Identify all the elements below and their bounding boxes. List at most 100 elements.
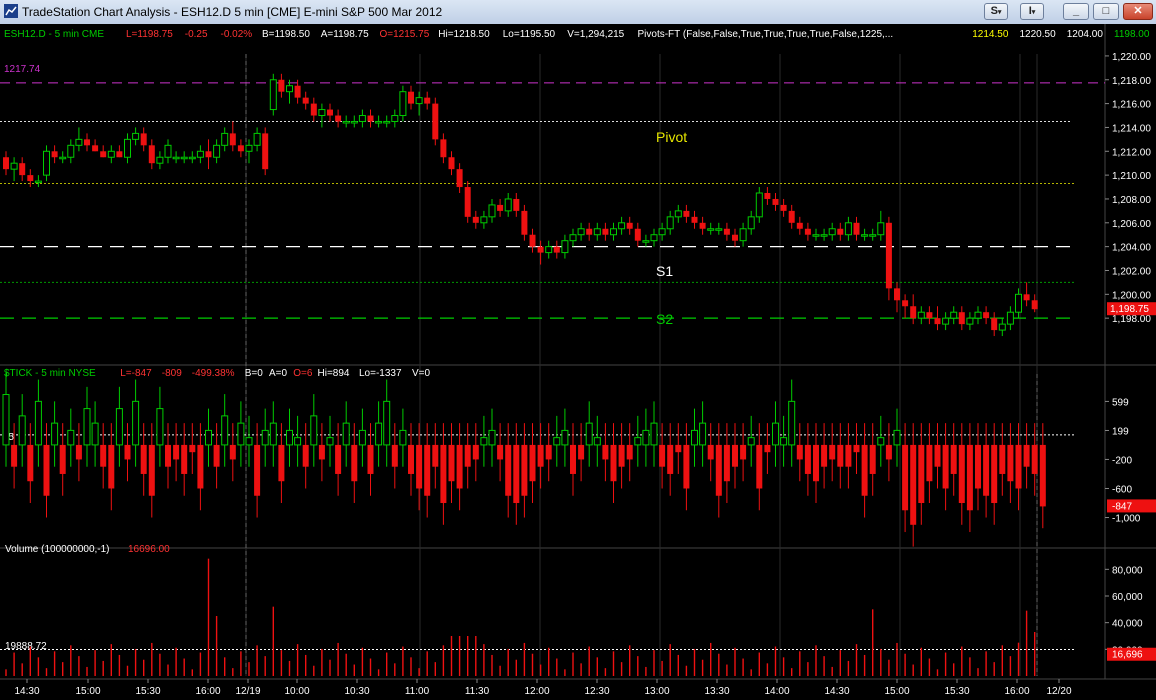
pivot-label: Pivot <box>656 129 687 145</box>
tick-bar-up <box>132 400 140 446</box>
header-field: 1204.00 <box>1067 29 1104 40</box>
time-axis-label: 16:00 <box>195 686 220 697</box>
candle-down <box>497 204 504 211</box>
price-axis-label: 1,214.00 <box>1112 123 1151 134</box>
tick-bar-down <box>318 444 325 460</box>
tick-bar-down <box>43 444 50 496</box>
tick-bar-down <box>918 444 925 504</box>
candle-up <box>869 234 877 237</box>
candle-down <box>472 216 479 223</box>
time-axis-label: 11:30 <box>465 686 490 697</box>
candle-down <box>424 97 431 104</box>
candle-down <box>983 312 990 319</box>
tick-bar-down <box>148 444 155 496</box>
time-axis-label: 12/20 <box>1046 686 1071 697</box>
tick-bar-down <box>302 444 309 467</box>
tick-bar-down <box>1039 444 1046 507</box>
header-field: ESH12.D - 5 min CME <box>4 29 104 40</box>
tick-bar-down <box>59 444 66 474</box>
candle-up <box>245 144 253 152</box>
candle-up <box>674 210 682 218</box>
candle-down <box>229 133 236 146</box>
tick-bar-down <box>424 444 431 496</box>
tick-axis-label: 599 <box>1112 397 1129 408</box>
chart-area[interactable]: ESH12.D - 5 min CME L=1198.75 -0.25 -0.02% B… <box>0 24 1156 700</box>
tick-bar-down <box>796 444 803 460</box>
tick-bar-down <box>966 444 973 511</box>
tick-bar-up <box>83 408 91 446</box>
price-axis-label: 1,198.00 <box>1112 314 1151 325</box>
header-field: -499.38% <box>192 368 235 379</box>
candle-down <box>464 187 471 217</box>
tick-bar-up <box>310 415 318 446</box>
tick-bar-up <box>747 437 755 446</box>
candle-down <box>51 151 58 158</box>
candle-up <box>966 317 974 325</box>
tick-bar-down <box>440 444 447 504</box>
tick-bar-down <box>707 444 714 460</box>
tick-bar-down <box>991 444 998 504</box>
candle-down <box>634 228 641 241</box>
header-field: 1214.50 <box>972 29 1009 40</box>
tick-bar-up <box>699 422 707 446</box>
s-menu-button[interactable]: S▾ <box>984 3 1008 20</box>
time-axis-label: 11:00 <box>405 686 430 697</box>
time-axis-label: 14:30 <box>824 686 849 697</box>
time-axis-label: 10:00 <box>284 686 309 697</box>
candle-up <box>221 132 229 146</box>
tick-bar-down <box>173 444 180 460</box>
minimize-button[interactable]: _ <box>1063 3 1089 20</box>
candle-up <box>618 222 626 230</box>
tick-bar-down <box>675 444 682 453</box>
tick-bar-down <box>416 444 423 489</box>
header-field: V=0 <box>412 368 431 379</box>
last-price-tag: 1,198.75 <box>1110 304 1149 315</box>
candle-down <box>100 151 107 158</box>
candle-up <box>942 317 950 325</box>
tick-bar-down <box>181 444 188 474</box>
tick-bar-down <box>432 444 439 467</box>
candle-down <box>294 85 301 98</box>
candle-up <box>286 85 293 93</box>
candle-up <box>188 156 196 160</box>
tick-bar-down <box>367 444 374 474</box>
tick-bar-down <box>626 444 633 460</box>
candle-down <box>894 288 900 301</box>
candle-up <box>124 138 131 158</box>
tick-bar-down <box>278 444 285 482</box>
header-field: A=0 <box>269 368 288 379</box>
candle-down <box>910 306 917 319</box>
candle-down <box>92 145 99 152</box>
header-field: 1198.00 <box>1114 29 1150 40</box>
candle-up <box>213 144 221 158</box>
tick-bar-up <box>269 422 277 446</box>
i-menu-button[interactable]: I▾ <box>1020 3 1044 20</box>
candle-down <box>885 222 892 289</box>
close-button[interactable]: ✕ <box>1123 3 1153 20</box>
maximize-button[interactable]: □ <box>1093 3 1119 20</box>
candle-down <box>335 115 342 122</box>
tick-bar-down <box>529 444 536 482</box>
tick-bar-up <box>877 437 885 446</box>
candle-down <box>84 139 90 146</box>
time-axis-label: 12/19 <box>235 686 260 697</box>
volume-header-value: 16696.00 <box>128 544 170 555</box>
tick-bar-up <box>51 422 59 446</box>
volume-last-tag: 16,696 <box>1112 650 1143 661</box>
tick-bar-down <box>659 444 666 467</box>
time-axis-label: 12:30 <box>584 686 609 697</box>
header-field: 1220.50 <box>1020 29 1057 40</box>
tick-bar-down <box>189 444 196 453</box>
candle-up <box>707 228 715 231</box>
candle-down <box>456 169 463 188</box>
tick-bar-down <box>108 444 115 489</box>
candle-up <box>974 311 982 319</box>
candle-up <box>569 234 577 242</box>
candle-down <box>699 222 706 229</box>
candle-up <box>650 234 658 242</box>
candle-up <box>593 228 601 236</box>
tick-bar-down <box>1023 444 1030 467</box>
candle-down <box>278 79 285 92</box>
candle-down <box>513 198 520 211</box>
tick-bar-down <box>165 444 171 467</box>
